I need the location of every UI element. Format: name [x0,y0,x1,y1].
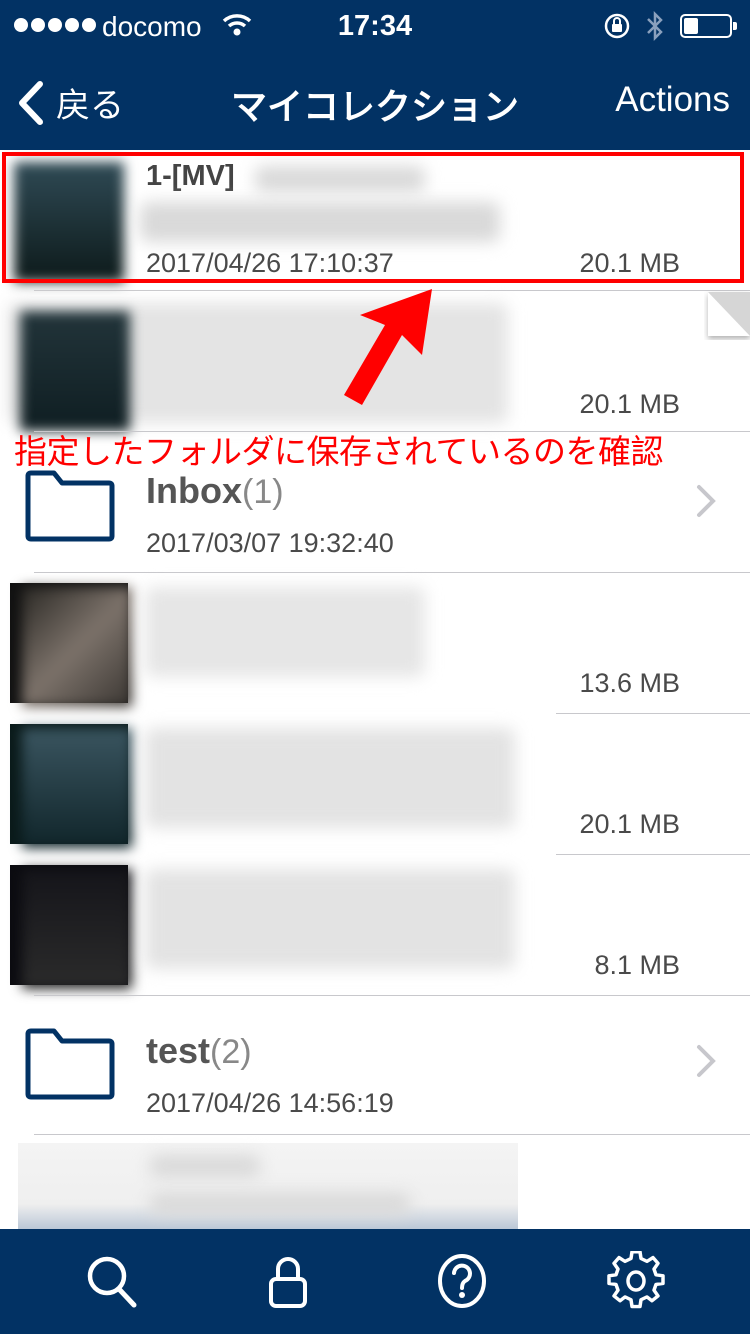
file-size: 13.6 MB [579,668,680,698]
chevron-right-icon [697,1045,716,1077]
bluetooth-icon [647,10,663,42]
folder-icon [25,1028,115,1100]
blurred-title [150,1155,260,1177]
list-item[interactable]: 13.6 MB [0,573,750,713]
thumbnail [20,311,130,431]
folder-name: test(2) [146,1030,252,1071]
folder-item-test[interactable]: test(2) 2017/04/26 14:56:19 [0,996,750,1134]
chevron-right-icon [697,485,716,517]
rotation-lock-icon [604,13,630,39]
thumbnail [22,728,132,848]
list-item[interactable]: 20.1 MB [0,714,750,854]
blurred-row [18,1143,518,1230]
back-button[interactable]: 戻る [16,78,124,127]
list-item[interactable] [0,1135,750,1230]
folder-date: 2017/03/07 19:32:40 [146,528,394,558]
status-bar: docomo 17:34 [0,0,750,50]
file-size: 20.1 MB [579,248,680,278]
nav-bar: 戻る マイコレクション Actions [0,50,750,150]
file-size: 20.1 MB [579,389,680,419]
blurred-title [150,1193,410,1215]
folder-icon [25,470,115,542]
folder-count: (2) [210,1033,252,1071]
file-date: 2017/04/26 17:10:37 [146,248,394,278]
list-item[interactable]: 1-[MV] 2017/04/26 17:10:37 20.1 MB [0,150,750,290]
folder-date: 2017/04/26 14:56:19 [146,1088,394,1118]
list-item[interactable]: 8.1 MB [0,855,750,995]
file-size: 8.1 MB [594,950,680,980]
blurred-title [145,728,515,828]
blurred-title [145,869,515,969]
blurred-title [255,166,425,192]
lock-icon[interactable] [258,1251,318,1311]
thumbnail [22,869,132,989]
search-icon[interactable] [82,1251,142,1311]
file-title: 1-[MV] [146,160,235,192]
help-icon[interactable] [432,1251,492,1311]
folder-name: Inbox(1) [146,470,284,511]
annotation-arrow [344,289,432,405]
annotation-note: 指定したフォルダに保存されているのを確認 [14,433,664,470]
top-bar: docomo 17:34 戻る マイコレクション Actions [0,0,750,150]
status-time: 17:34 [337,10,413,42]
folder-count: (1) [242,473,284,511]
blurred-title [145,587,425,677]
actions-button[interactable]: Actions [615,80,730,120]
file-size: 20.1 MB [579,809,680,839]
tab-bar [0,1229,750,1334]
thumbnail [14,162,124,282]
gear-icon[interactable] [606,1251,666,1311]
chevron-left-icon [19,80,43,125]
back-label: 戻る [56,87,124,125]
thumbnail [22,587,132,707]
battery-icon [680,14,737,38]
blurred-title [140,202,500,242]
page-curl-icon [708,292,750,336]
